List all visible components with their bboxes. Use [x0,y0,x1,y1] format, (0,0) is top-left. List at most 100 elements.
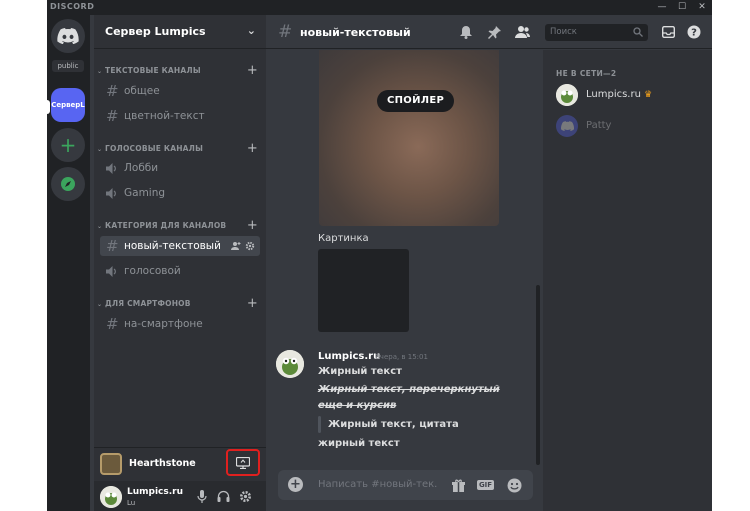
category-label: ДЛЯ СМАРТФОНОВ [105,299,191,308]
crown-icon: ♛ [644,90,653,100]
speaker-icon [106,265,124,277]
mute-button[interactable] [195,489,209,503]
gear-icon[interactable] [245,241,255,251]
channel-general[interactable]: # общее [100,81,260,101]
search-input[interactable]: Поиск [545,24,648,41]
message-author[interactable]: Lumpics.ru [318,351,380,362]
add-channel-icon[interactable]: + [247,296,258,311]
channel-new-text[interactable]: # новый-текстовый [100,236,260,256]
server-header[interactable]: Сервер Lumpics ⌄ [94,15,266,49]
speaker-icon [106,162,124,174]
category-label: ГОЛОСОВЫЕ КАНАЛЫ [105,144,204,153]
invite-member-icon[interactable] [231,241,241,251]
channel-gaming[interactable]: Gaming [100,183,260,203]
message-line-bold: Жирный текст [318,366,402,377]
message-input[interactable]: Написать #новый-тек... [318,479,438,490]
add-channel-icon[interactable]: + [247,141,258,156]
gift-button[interactable] [450,477,467,493]
headphones-icon [217,490,229,502]
chat-header: # новый-текстовый Поиск ? [266,15,712,49]
server-list: public СерверL + [47,15,90,511]
image-caption: Картинка [318,233,369,244]
home-button[interactable] [51,19,85,53]
spoiler-label: СПОЙЛЕР [377,90,455,112]
message-quote: Жирный текст, цитата [328,419,459,430]
pinned-messages-button[interactable] [486,24,502,40]
chevron-down-icon: ⌄ [246,24,256,37]
channel-label: Gaming [124,187,166,199]
pin-icon [487,25,501,39]
channel-voice[interactable]: голосовой [100,261,260,281]
channel-on-smartphone[interactable]: # на-смартфоне [100,314,260,334]
gif-button[interactable]: GIF [476,477,495,493]
message-line-bold-lower: жирный текст [318,438,400,449]
svg-text:?: ? [691,28,697,39]
member-item[interactable]: Lumpics.ru ♛ [554,82,704,110]
server-icon-lumpics[interactable]: СерверL [51,88,85,122]
message-scrollbar[interactable] [536,285,540,465]
category-text-channels[interactable]: ⌄ ТЕКСТОВЫЕ КАНАЛЫ + [97,63,263,80]
user-tag: Lu [127,499,136,507]
add-channel-icon[interactable]: + [247,218,258,233]
message-author-avatar[interactable] [276,350,304,378]
member-avatar [556,84,578,106]
user-avatar[interactable] [100,486,122,508]
user-settings-button[interactable] [238,489,252,503]
close-button[interactable]: ✕ [692,0,712,15]
add-server-button[interactable]: + [51,128,85,162]
smiley-icon [507,478,522,492]
user-panel: Lumpics.ru Lu [94,481,266,511]
help-icon: ? [687,25,701,39]
channel-title: новый-текстовый [300,26,411,39]
upload-button[interactable]: + [288,477,303,492]
category-label: КАТЕГОРИЯ ДЛЯ КАНАЛОВ [105,221,227,230]
members-icon [514,26,530,38]
channel-colored-text[interactable]: # цветной-текст [100,106,260,126]
hash-icon: # [106,315,119,333]
message-list: СПОЙЛЕР Картинка Lumpics.ru Вчера, в 15:… [266,50,541,465]
inbox-icon [661,26,675,38]
member-list: НЕ В СЕТИ—2 Lumpics.ru ♛ Patty [543,50,712,511]
bell-icon [460,25,472,39]
stream-screen-button[interactable] [226,449,260,476]
hash-icon: # [106,107,119,125]
minimize-button[interactable]: — [652,0,672,15]
channel-lobby[interactable]: Лобби [100,158,260,178]
channel-label: новый-текстовый [124,240,221,252]
spoiler-image[interactable]: СПОЙЛЕР [319,50,499,226]
member-list-button[interactable] [514,24,530,40]
message-composer: + Написать #новый-тек... GIF [278,470,533,500]
add-channel-icon[interactable]: + [247,63,258,78]
emoji-button[interactable] [506,477,523,493]
inbox-button[interactable] [660,24,676,40]
channel-label: общее [124,85,160,97]
public-badge: public [52,60,84,72]
microphone-icon [197,489,207,503]
chevron-down-icon: ⌄ [97,301,103,308]
channel-label: цветной-текст [124,110,205,122]
app-brand: DISCORD [50,2,95,11]
category-smartphones[interactable]: ⌄ ДЛЯ СМАРТФОНОВ + [97,296,263,313]
active-server-pill [47,100,50,114]
explore-servers-button[interactable] [51,167,85,201]
maximize-button[interactable]: ☐ [672,0,692,15]
image-attachment[interactable] [318,249,409,332]
member-item[interactable]: Patty [554,113,704,141]
member-name: Patty [586,120,612,131]
plus-icon: + [59,133,77,157]
hash-icon: # [106,237,119,255]
category-label: ТЕКСТОВЫЕ КАНАЛЫ [105,66,201,75]
message-line-strike-italic: Жирный текст, перечеркнутый еще и курсив [318,384,500,411]
search-icon [633,27,643,37]
server-name: Сервер Lumpics [105,25,206,38]
channel-sidebar: Сервер Lumpics ⌄ ⌄ ТЕКСТОВЫЕ КАНАЛЫ + # об… [94,15,266,511]
deafen-button[interactable] [216,489,230,503]
notifications-button[interactable] [458,24,474,40]
user-name: Lumpics.ru [127,487,184,497]
gift-icon [452,479,465,492]
gear-icon [239,490,251,502]
category-channels-category[interactable]: ⌄ КАТЕГОРИЯ ДЛЯ КАНАЛОВ + [97,218,263,235]
category-voice-channels[interactable]: ⌄ ГОЛОСОВЫЕ КАНАЛЫ + [97,141,263,158]
help-button[interactable]: ? [686,24,702,40]
quote-bar [318,416,321,433]
